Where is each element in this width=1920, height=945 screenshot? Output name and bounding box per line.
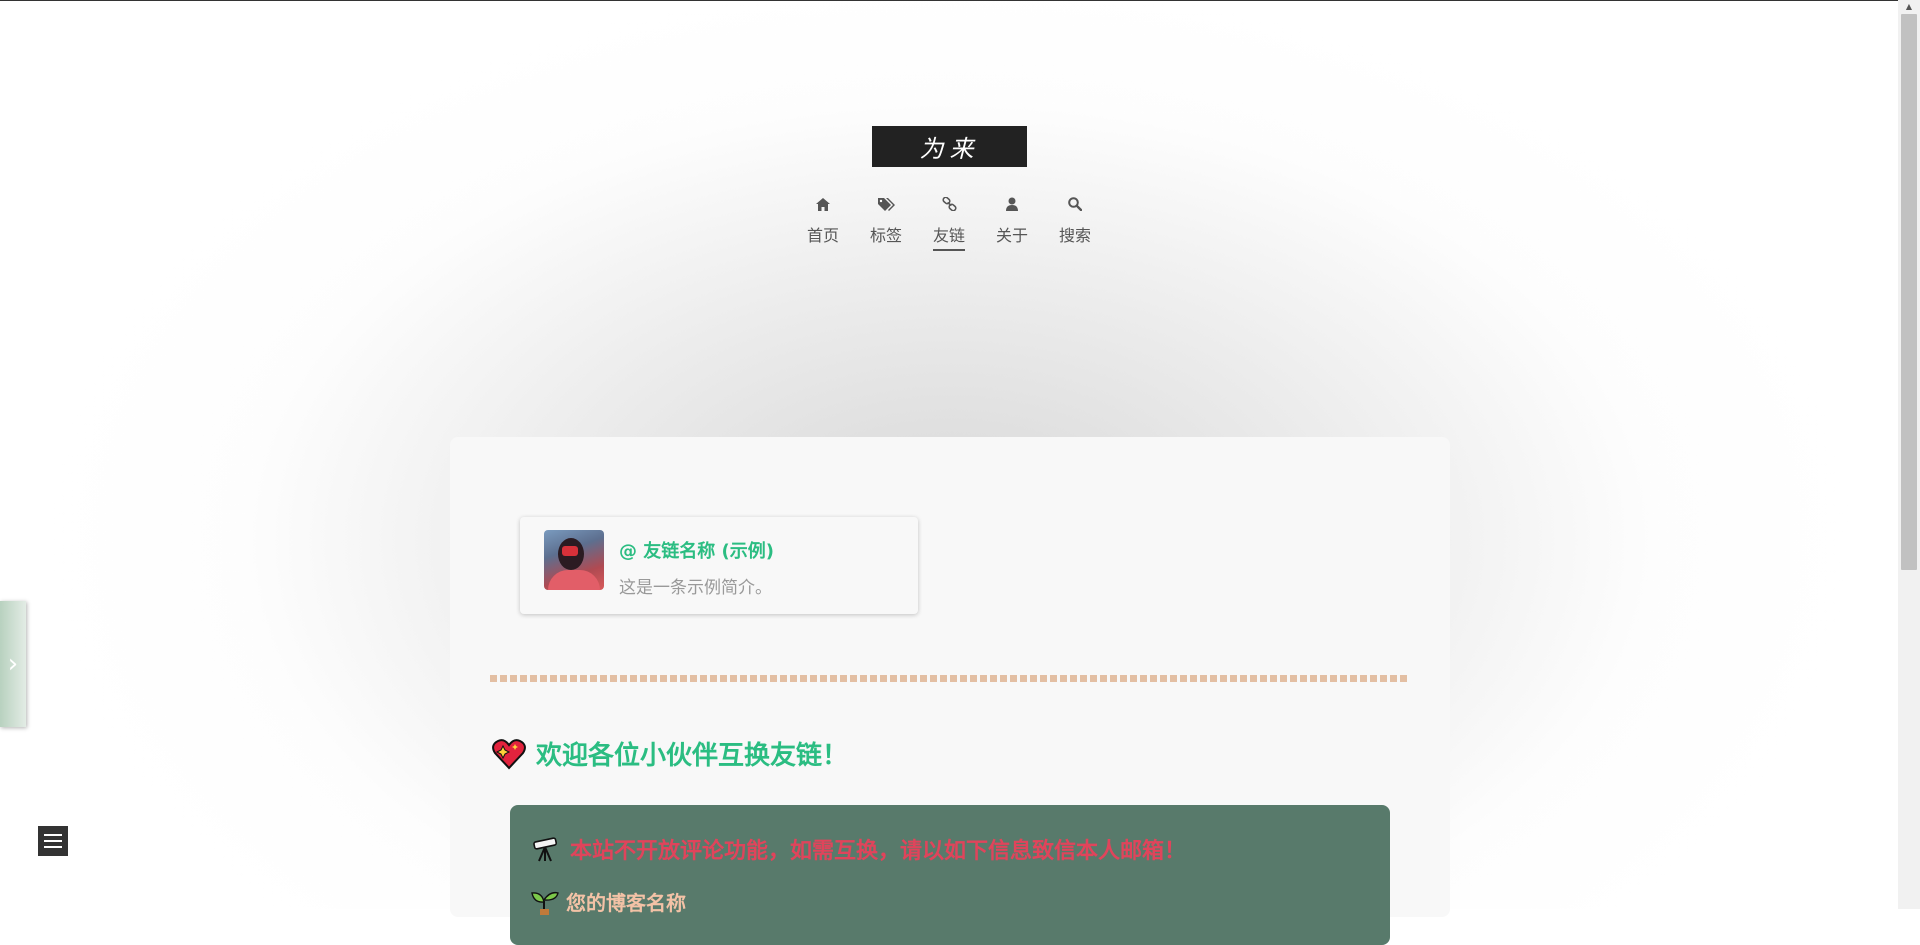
main-content-card: @ 友链名称 (示例) 这是一条示例简介。 欢迎各位小伙伴互换友链！ 本站不开放…: [450, 437, 1450, 945]
sidebar-toggle-tab[interactable]: ›: [0, 601, 26, 727]
main-nav: 首页 标签 友链 关于 搜索: [0, 196, 1898, 256]
nav-label-about: 关于: [995, 226, 1028, 245]
dashed-divider: [490, 675, 1410, 682]
tags-icon: [861, 196, 911, 216]
friend-avatar[interactable]: [544, 530, 604, 590]
page-scrollbar[interactable]: ▲: [1898, 0, 1920, 909]
seedling-icon: [530, 889, 560, 915]
blog-name-label: 您的博客名称: [566, 891, 686, 915]
top-border: [0, 0, 1898, 1]
notice-box: 本站不开放评论功能，如需互换，请以如下信息致信本人邮箱！ 您的博客名称: [510, 805, 1390, 945]
search-icon: [1050, 196, 1100, 216]
chevron-right-icon: ›: [7, 649, 19, 679]
scroll-up-arrow-icon[interactable]: ▲: [1898, 0, 1920, 14]
nav-item-tags[interactable]: 标签: [861, 196, 911, 246]
nav-item-links[interactable]: 友链: [924, 196, 974, 251]
nav-label-links: 友链: [932, 222, 965, 251]
welcome-text: 欢迎各位小伙伴互换友链！: [536, 741, 849, 771]
friend-link-name[interactable]: @ 友链名称 (示例): [619, 537, 774, 563]
welcome-heading: 欢迎各位小伙伴互换友链！: [492, 735, 848, 772]
nav-label-home: 首页: [806, 226, 839, 245]
telescope-icon: [532, 836, 560, 862]
menu-toggle-button[interactable]: [38, 826, 68, 856]
link-icon: [924, 196, 974, 216]
notice-text: 本站不开放评论功能，如需互换，请以如下信息致信本人邮箱！: [570, 839, 1187, 864]
site-logo[interactable]: 为来: [872, 126, 1027, 167]
nav-label-tags: 标签: [869, 226, 902, 245]
nav-item-search[interactable]: 搜索: [1050, 196, 1100, 246]
nav-item-about[interactable]: 关于: [987, 196, 1037, 246]
home-icon: [798, 196, 848, 216]
nav-item-home[interactable]: 首页: [798, 196, 848, 246]
hamburger-icon: [44, 834, 62, 836]
friend-link-card[interactable]: @ 友链名称 (示例) 这是一条示例简介。: [520, 517, 918, 614]
nav-label-search: 搜索: [1058, 226, 1091, 245]
sparkling-heart-icon: [492, 737, 526, 771]
scrollbar-thumb[interactable]: [1901, 14, 1917, 570]
notice-line-2: 您的博客名称: [530, 887, 686, 916]
notice-line-1: 本站不开放评论功能，如需互换，请以如下信息致信本人邮箱！: [532, 833, 1186, 865]
user-icon: [987, 196, 1037, 216]
friend-link-description: 这是一条示例简介。: [619, 578, 772, 598]
